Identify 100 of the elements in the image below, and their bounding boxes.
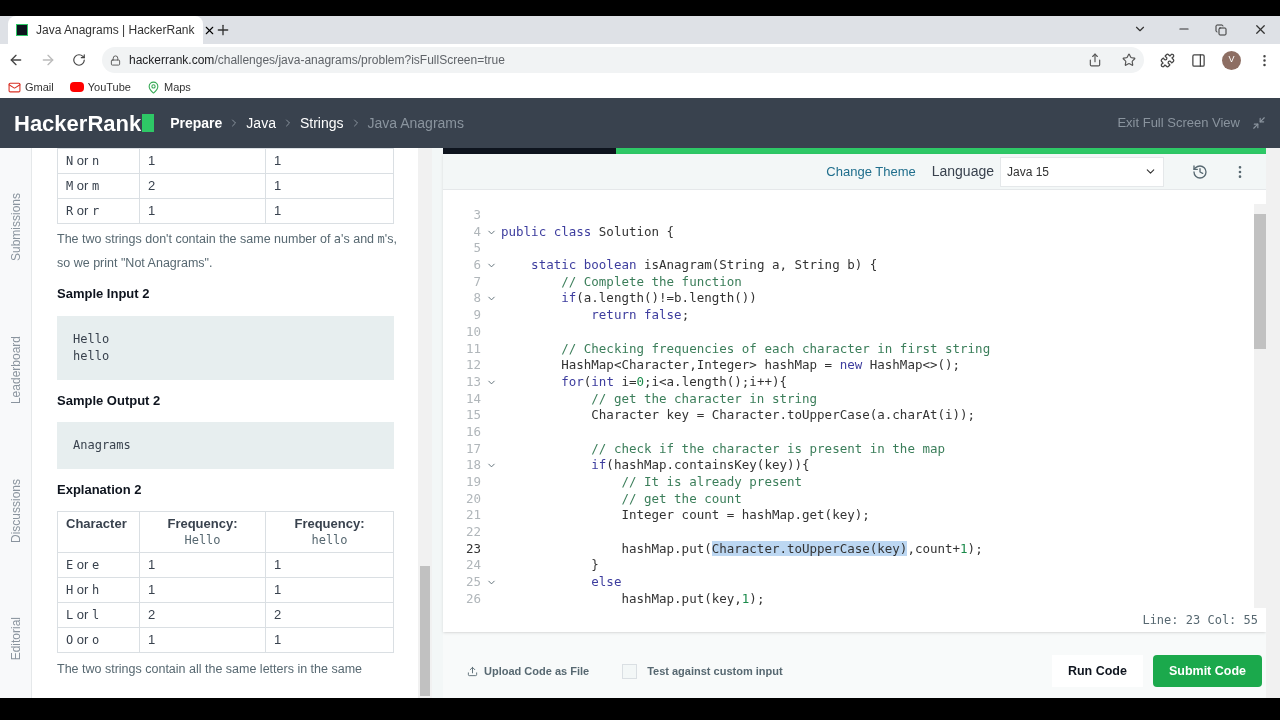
favicon-icon [16,24,28,36]
map-pin-icon [146,80,160,94]
table-cell: 1 [139,627,266,652]
table-header: Frequency: hello [265,511,394,552]
table-header: Frequency: Hello [139,511,266,552]
line-number: 11 [464,340,481,358]
profile-avatar[interactable]: V [1222,50,1241,70]
line-number: 4 [472,223,481,241]
breadcrumb-link[interactable]: Prepare [170,112,223,134]
table-cell: 1 [265,173,394,199]
code-line: if(hashMap.containsKey(key)){ [590,457,810,474]
bookmark-star-icon[interactable] [1122,53,1136,67]
code-line: // check if the character is present in the map [590,440,945,458]
page-scrollbar[interactable] [1266,148,1280,698]
table-cell: 1 [265,577,394,602]
tab-title: Java Anagrams | HackerRank [36,22,195,39]
line-number: 22 [464,524,481,541]
code-line: for(int i=0;i<a.length();i++){ [560,373,787,391]
code-line: // Checking frequencies of each character in first string [560,340,991,358]
bookmark-link[interactable]: YouTube [69,78,131,96]
line-number: 10 [464,323,481,341]
back-icon[interactable] [8,52,24,68]
run-code-button[interactable]: Run Code [1051,655,1143,687]
history-icon[interactable] [1192,163,1208,180]
upload-link[interactable]: Upload Code as File [467,662,590,680]
code-line: Character key = Character.toUpperCase(a.charAt(i)); [590,407,976,424]
table-cell: 1 [139,148,266,174]
minimize-view-icon[interactable] [1252,116,1266,130]
table-cell: E or e [57,552,140,577]
table-cell: 2 [139,602,266,627]
line-number: 14 [464,390,481,408]
custom-input-checkbox[interactable] [622,663,638,679]
splitter-handle[interactable] [432,148,443,698]
language-label: Language [931,162,994,181]
code-line: // It is already present [620,474,803,491]
line-number: 18 [464,457,481,474]
table-header: Character [57,511,140,552]
code-line: else [590,574,622,591]
code-line: // get the character in string [590,390,818,408]
hackerrank-logo[interactable]: HackerRank [14,106,155,140]
line-number: 8 [472,290,481,308]
table-cell: 2 [265,602,394,627]
table-cell: H or h [57,577,140,602]
bookmark-link[interactable]: Gmail [8,78,54,96]
new-tab-icon[interactable] [215,22,231,38]
table-cell: N or n [57,148,140,174]
mail-icon [8,80,21,94]
code-line: public class Solution { [501,223,675,241]
code-line: // Complete the function [560,273,742,291]
code-scrollbar[interactable] [1254,204,1266,608]
table-cell: 1 [139,577,266,602]
line-number: 15 [464,407,481,424]
table-cell: L or l [57,602,140,627]
section-heading: Sample Output 2 [57,391,162,410]
line-number: 23 [464,540,481,558]
bookmark-link[interactable]: Maps [146,78,191,96]
sample-output-block: Anagrams [57,422,394,469]
table-cell: 2 [139,173,266,199]
extensions-icon[interactable] [1160,52,1175,68]
breadcrumb-link[interactable]: Strings [299,112,344,134]
line-number: 6 [472,257,481,274]
checkbox-label: Test against custom input [647,663,783,679]
code-line: if(a.length()!=b.length()) [560,290,757,308]
line-number: 21 [464,507,481,525]
section-heading: Explanation 2 [57,481,143,499]
table-cell: 1 [265,148,394,174]
table-cell: 1 [139,552,266,577]
code-line: hashMap.put(key,1); [620,590,765,608]
table-cell: 1 [265,198,394,224]
line-number: 3 [472,207,481,224]
restore-icon[interactable] [1215,24,1227,36]
change-theme-link[interactable]: Change Theme [826,161,916,182]
explanation-text: The two strings don't contain the same number of a's and m's, so we print "Not Anagrams". [57,231,397,272]
code-line: Integer count = hashMap.get(key); [620,507,870,525]
close-window-icon[interactable] [1253,22,1268,37]
play-icon [69,82,84,92]
code-line: // get the count [620,490,742,508]
breadcrumb-link[interactable]: Java [246,112,276,134]
table-cell: O or o [57,627,140,652]
address-bar[interactable]: hackerrank.com/challenges/java-anagrams/problem?isFullScreen=true [102,47,1144,73]
section-heading: Sample Input 2 [57,285,151,303]
line-number: 7 [472,273,481,291]
line-number: 25 [464,574,481,591]
share-icon[interactable] [1088,53,1102,67]
line-number: 26 [464,590,481,608]
line-number: 19 [464,474,481,491]
line-number: 9 [472,307,481,324]
code-line: static boolean isAnagram(String a, String b) { [530,257,878,274]
language-select[interactable]: Java 15 [1000,156,1164,187]
sample-input-block: Hello hello [57,315,394,380]
line-number: 16 [464,423,481,441]
code-line: hashMap.put(Character.toUpperCase(key),count+1); [620,540,983,558]
url-text: hackerrank.com/challenges/java-anagrams/problem?isFullScreen=true [129,52,505,69]
cursor-position: Line: 23 Col: 55 [1142,612,1258,629]
scrollbar[interactable] [418,148,432,698]
reload-icon[interactable] [72,53,86,67]
table-cell: M or m [57,173,140,199]
code-line: HashMap<Character,Integer> hashMap = new HashMap<>(); [560,357,961,374]
code-line: } [590,557,599,575]
side-panel-icon[interactable] [1191,52,1206,68]
